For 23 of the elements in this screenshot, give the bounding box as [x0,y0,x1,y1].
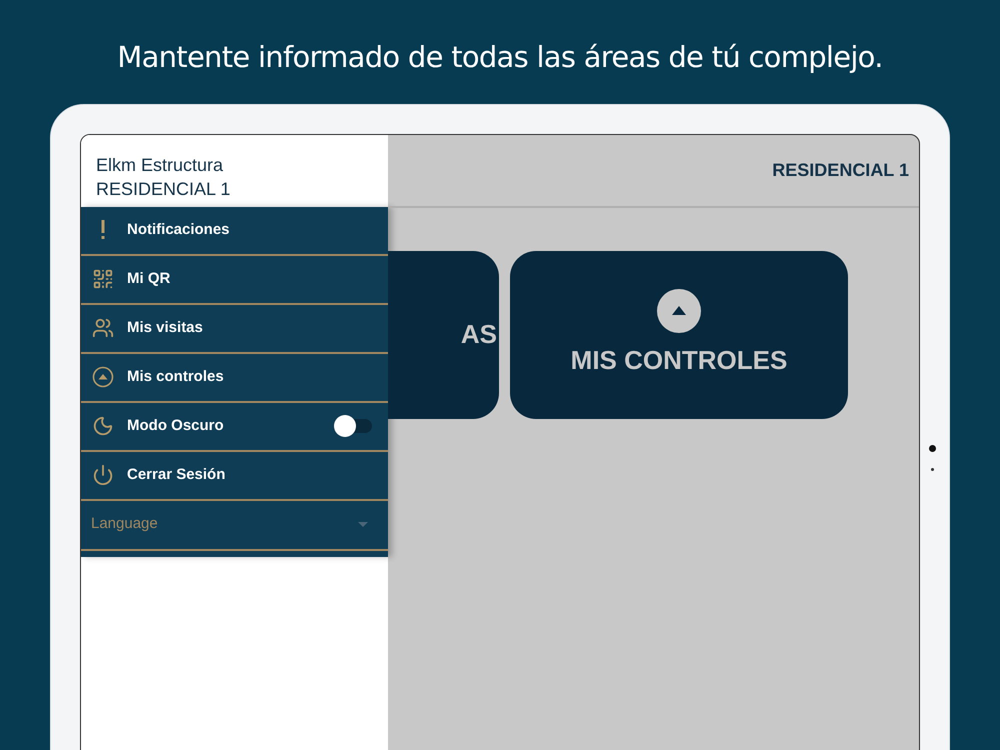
menu-label: Mis controles [127,366,225,387]
menu-item[interactable]: Modo Oscuro [81,402,388,452]
menu-label: Mis visitas [127,318,204,338]
menu-card[interactable]: AS [388,250,499,418]
menu-label: Cerrar Sesión [127,464,226,485]
drawer-subtitle: RESIDENCIAL 1 [96,178,232,200]
power-icon [92,464,114,486]
caret-icon [358,522,368,528]
menu-card[interactable]: MIS CONTROLES [510,250,848,418]
moon-icon [92,415,114,437]
menu-label: Mi QR [127,268,172,289]
people-icon [92,317,114,339]
menu-label: Notificaciones [127,220,231,240]
headline: Mantente informado de todas las áreas de tú complejo. [117,39,883,76]
card-label: AS [460,318,497,351]
menu-item[interactable]: Notificaciones [81,206,388,256]
drawer-title: Elkm Estructura [96,154,224,176]
top-bar-title: RESIDENCIAL 1 [772,158,909,182]
exclamation-icon [100,220,106,240]
qr-code-icon [92,268,114,290]
menu-item[interactable]: Cerrar Sesión [81,452,388,500]
card-label: MIS CONTROLES [570,344,788,377]
menu-label: Modo Oscuro [127,416,225,436]
